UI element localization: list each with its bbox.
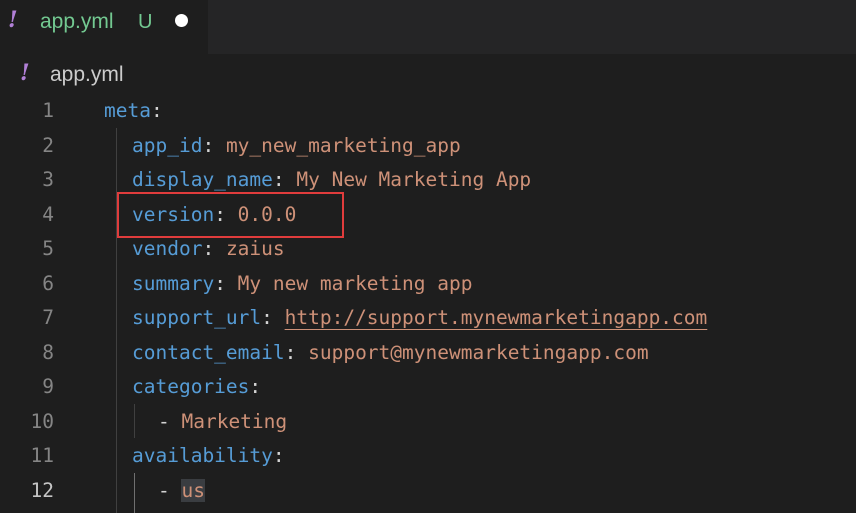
yaml-key: availability — [132, 444, 273, 467]
yaml-value: us — [181, 478, 205, 502]
git-status-badge: U — [138, 11, 153, 33]
line-number: 2 — [42, 133, 54, 157]
yaml-separator: : — [214, 271, 238, 295]
yaml-list-dash: - — [158, 478, 182, 502]
unsaved-dot-icon[interactable] — [175, 14, 188, 27]
yaml-separator: : — [150, 99, 163, 122]
code-line[interactable]: 1 meta: — [0, 94, 856, 129]
yaml-separator: : — [261, 306, 285, 329]
breadcrumb-filename[interactable]: app.yml — [50, 62, 124, 88]
tab-app-yml[interactable]: ! app.yml U — [0, 0, 208, 54]
yaml-separator: : — [272, 168, 297, 191]
yaml-value: Marketing — [181, 409, 288, 433]
yaml-key: summary — [132, 271, 215, 295]
yaml-key: support_url — [132, 306, 262, 329]
version-highlight-box — [117, 192, 344, 238]
line-number: 5 — [42, 237, 54, 260]
line-number: 6 — [42, 271, 54, 295]
code-line[interactable]: 10 - Marketing — [0, 405, 856, 440]
line-number: 9 — [42, 375, 54, 398]
yaml-key: contact_email — [132, 340, 285, 364]
tab-bar: ! app.yml U — [0, 0, 856, 54]
support-url-link[interactable]: http://support.mynewmarketingapp.com — [285, 306, 708, 329]
yaml-file-icon: ! — [8, 7, 18, 33]
code-line-active[interactable]: 12 - us — [0, 474, 856, 509]
line-number: 3 — [42, 168, 54, 191]
yaml-key: vendor — [132, 237, 203, 260]
line-number: 11 — [30, 444, 54, 467]
code-line[interactable]: 11 availability: — [0, 439, 856, 474]
yaml-separator: : — [249, 375, 262, 398]
yaml-key: categories — [132, 375, 250, 398]
yaml-value: My New Marketing App — [296, 168, 532, 191]
line-number: 4 — [42, 202, 54, 226]
yaml-key: display_name — [132, 168, 273, 191]
code-line[interactable]: 9 categories: — [0, 370, 856, 405]
yaml-value: my_new_marketing_app — [225, 133, 461, 157]
breadcrumb: ! app.yml — [0, 54, 856, 94]
yaml-file-icon: ! — [20, 60, 30, 86]
line-number: 10 — [30, 409, 54, 433]
yaml-value: My new marketing app — [237, 271, 473, 295]
yaml-list-dash: - — [158, 409, 182, 433]
yaml-separator: : — [284, 340, 309, 364]
code-line[interactable]: 7 support_url: http://support.mynewmarke… — [0, 301, 856, 336]
yaml-separator: : — [272, 444, 285, 467]
yaml-value: support@mynewmarketingapp.com — [308, 340, 649, 364]
code-line[interactable]: 6 summary: My new marketing app — [0, 267, 856, 302]
code-line[interactable]: 2 app_id: my_new_marketing_app — [0, 129, 856, 164]
tab-filename: app.yml — [40, 10, 114, 33]
yaml-key: meta — [104, 99, 151, 122]
yaml-key: app_id — [132, 133, 203, 157]
yaml-separator: : — [202, 237, 226, 260]
code-line[interactable]: 8 contact_email: support@mynewmarketinga… — [0, 336, 856, 371]
editor-window: ! app.yml U ! app.yml 1 meta: 2 app_id: … — [0, 0, 856, 513]
yaml-value: zaius — [225, 237, 285, 260]
line-number: 8 — [42, 340, 54, 364]
line-number: 12 — [30, 478, 54, 502]
code-editor[interactable]: 1 meta: 2 app_id: my_new_marketing_app 3… — [0, 94, 856, 513]
line-number: 7 — [42, 306, 54, 329]
line-number: 1 — [42, 99, 54, 122]
yaml-separator: : — [202, 133, 226, 157]
